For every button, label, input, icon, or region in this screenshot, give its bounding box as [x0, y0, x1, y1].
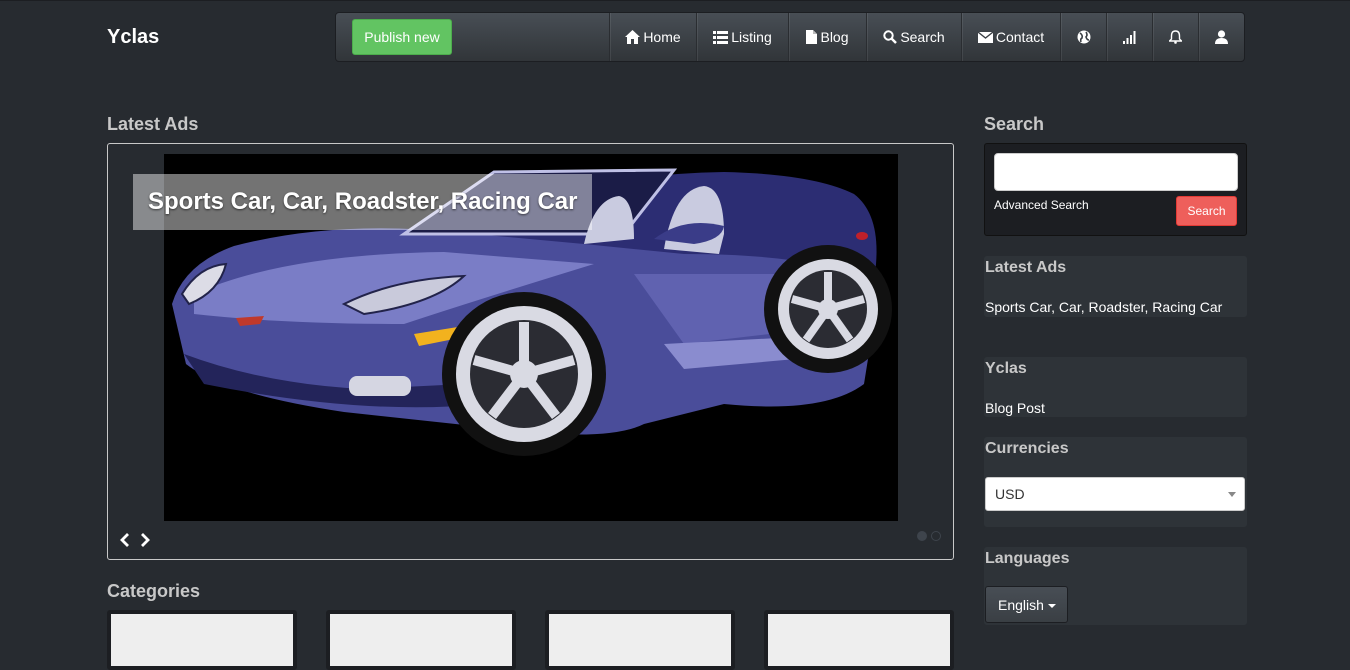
nav-contact[interactable]: Contact	[961, 13, 1060, 61]
nav-listing-label: Listing	[731, 29, 772, 45]
languages-widget-title: Languages	[985, 550, 1070, 567]
search-heading: Search	[984, 114, 1045, 134]
category-card[interactable]	[764, 610, 954, 670]
nav-contact-label: Contact	[995, 29, 1045, 45]
nav-blog[interactable]: Blog	[788, 13, 866, 61]
advanced-search-link[interactable]: Advanced Search	[994, 198, 1089, 212]
category-card[interactable]	[107, 610, 297, 670]
latest-ads-carousel: Sports Car, Car, Roadster, Racing Car	[107, 143, 954, 560]
carousel-prev-button[interactable]	[118, 532, 132, 548]
user-icon	[1215, 30, 1228, 44]
chevron-left-icon	[120, 533, 129, 547]
globe-icon	[1077, 30, 1091, 44]
category-card[interactable]	[545, 610, 735, 670]
caret-down-icon	[1047, 604, 1056, 609]
main-navbar: Publish new Home Listing Blog Search Con…	[335, 12, 1245, 62]
chevron-right-icon	[141, 533, 150, 547]
nav-search-label: Search	[900, 29, 945, 45]
publish-new-button[interactable]: Publish new	[352, 19, 452, 55]
category-card[interactable]	[326, 610, 516, 670]
latest-ads-widget: Latest Ads Sports Car, Car, Roadster, Ra…	[984, 256, 1247, 317]
language-dropdown-button[interactable]: English	[985, 586, 1068, 623]
search-input[interactable]	[994, 153, 1238, 191]
nav-items: Home Listing Blog Search Contact	[609, 13, 1244, 61]
language-dropdown-label: English	[998, 597, 1044, 613]
file-icon	[806, 30, 818, 44]
signal-icon	[1123, 30, 1136, 44]
nav-home-label: Home	[643, 29, 681, 45]
currency-select-value: USD	[995, 486, 1025, 502]
search-panel: Advanced Search Search	[984, 143, 1247, 236]
categories-heading: Categories	[107, 581, 201, 601]
carousel-caption[interactable]: Sports Car, Car, Roadster, Racing Car	[133, 174, 592, 230]
nav-account[interactable]	[1198, 13, 1244, 61]
currencies-widget-title: Currencies	[985, 440, 1069, 457]
currencies-widget: Currencies USD	[984, 437, 1247, 527]
carousel-indicator-2[interactable]	[931, 531, 941, 541]
currency-select[interactable]: USD	[985, 477, 1245, 511]
blog-widget-title: Yclas	[985, 360, 1027, 377]
blog-widget: Yclas Blog Post	[984, 357, 1247, 417]
chevron-down-icon	[1228, 492, 1236, 497]
nav-language[interactable]	[1060, 13, 1106, 61]
carousel-indicators	[917, 531, 941, 541]
envelope-icon	[977, 31, 993, 43]
search-button[interactable]: Search	[1176, 196, 1237, 226]
blog-post-link[interactable]: Blog Post	[985, 400, 1045, 416]
nav-listing[interactable]: Listing	[696, 13, 788, 61]
languages-widget: Languages English	[984, 547, 1247, 625]
carousel-indicator-1[interactable]	[917, 531, 927, 541]
latest-ads-heading: Latest Ads	[107, 114, 199, 134]
nav-search[interactable]: Search	[866, 13, 961, 61]
carousel-next-button[interactable]	[138, 532, 152, 548]
latest-ads-widget-title: Latest Ads	[985, 259, 1067, 276]
home-icon	[625, 30, 641, 44]
site-brand[interactable]: Yclas	[107, 26, 159, 49]
list-icon	[713, 30, 729, 44]
bell-icon	[1169, 30, 1182, 44]
search-icon	[883, 30, 898, 44]
nav-notifications[interactable]	[1152, 13, 1198, 61]
nav-blog-label: Blog	[820, 29, 849, 45]
nav-stats[interactable]	[1106, 13, 1152, 61]
nav-home[interactable]: Home	[609, 13, 696, 61]
top-border	[0, 0, 1350, 1]
latest-ad-link[interactable]: Sports Car, Car, Roadster, Racing Car	[985, 299, 1222, 315]
